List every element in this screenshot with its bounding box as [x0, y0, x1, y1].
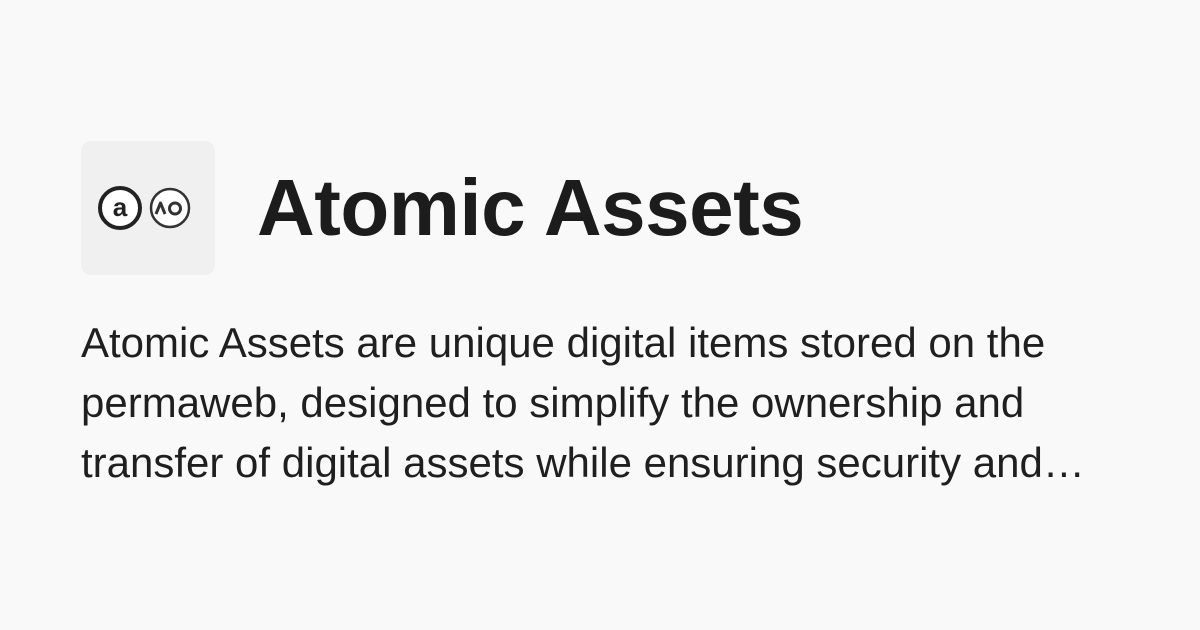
card-header: a Atomic Assets [81, 141, 804, 275]
preview-card: a Atomic Assets Atomic Assets are unique… [0, 0, 1200, 630]
logo-letter: a [113, 192, 128, 222]
description-text: Atomic Assets are unique digital items s… [81, 319, 1046, 486]
logo-tile: a [81, 141, 215, 275]
atomic-assets-ao-logo-icon: a [98, 186, 191, 230]
page-title: Atomic Assets [257, 163, 804, 252]
